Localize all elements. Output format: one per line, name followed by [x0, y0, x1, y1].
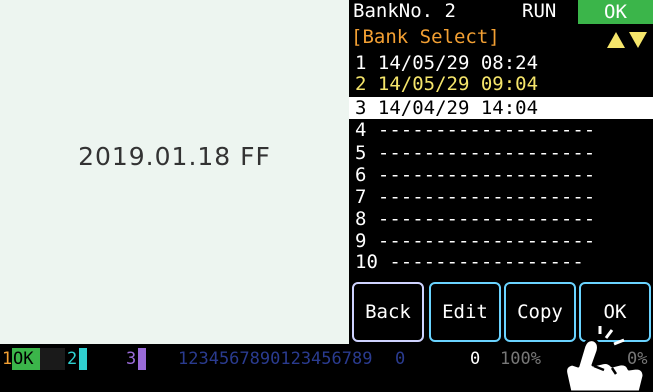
status-slot-2-number: 2 [67, 349, 78, 369]
back-button[interactable]: Back [352, 282, 424, 342]
bank-list-item-7[interactable]: 7 ------------------- [355, 188, 645, 207]
status-slot-1-number: 1 [2, 349, 13, 369]
status-slot-1-bar [40, 348, 65, 370]
bank-list-item-10[interactable]: 10 ----------------- [355, 253, 645, 272]
touch-hand-icon [564, 326, 646, 392]
bank-select-panel: BankNo. 2 RUN OK [Bank Select] 1 14/05/2… [349, 0, 653, 344]
date-display: 2019.01.18 FF [78, 142, 271, 171]
bank-list-item-1[interactable]: 1 14/05/29 08:24 [355, 54, 645, 73]
status-bar: 1 OK 2 3 1234567890123456789 0 0 100% 0% [0, 344, 653, 392]
up-down-arrows-icon[interactable] [605, 28, 649, 50]
status-digits: 1234567890123456789 [178, 349, 373, 369]
bank-list-item-5[interactable]: 5 ------------------- [355, 144, 645, 163]
status-zero: 0 [470, 349, 481, 369]
ok-status-badge: OK [578, 0, 653, 24]
display-area: 2019.01.18 FF [0, 0, 349, 344]
bank-list-item-6[interactable]: 6 ------------------- [355, 166, 645, 185]
bank-list-item-3[interactable]: 3 14/04/29 14:04 [349, 97, 653, 119]
status-slot-3-number: 3 [126, 349, 137, 369]
run-status-label: RUN [522, 0, 557, 22]
status-digits-tail: 0 [395, 349, 406, 369]
bank-list-item-4[interactable]: 4 ------------------- [355, 121, 645, 140]
bank-list-item-2[interactable]: 2 14/05/29 09:04 [355, 75, 645, 94]
bank-list-item-8[interactable]: 8 ------------------- [355, 210, 645, 229]
status-slot-2-bar [79, 348, 87, 370]
status-slot-1-ok: OK [12, 348, 40, 370]
bank-list-item-9[interactable]: 9 ------------------- [355, 232, 645, 251]
edit-button[interactable]: Edit [429, 282, 501, 342]
bank-number-label: BankNo. 2 [353, 0, 456, 22]
panel-title: [Bank Select] [351, 26, 500, 48]
status-slot-3-bar [138, 348, 146, 370]
status-percent-left: 100% [500, 349, 541, 369]
